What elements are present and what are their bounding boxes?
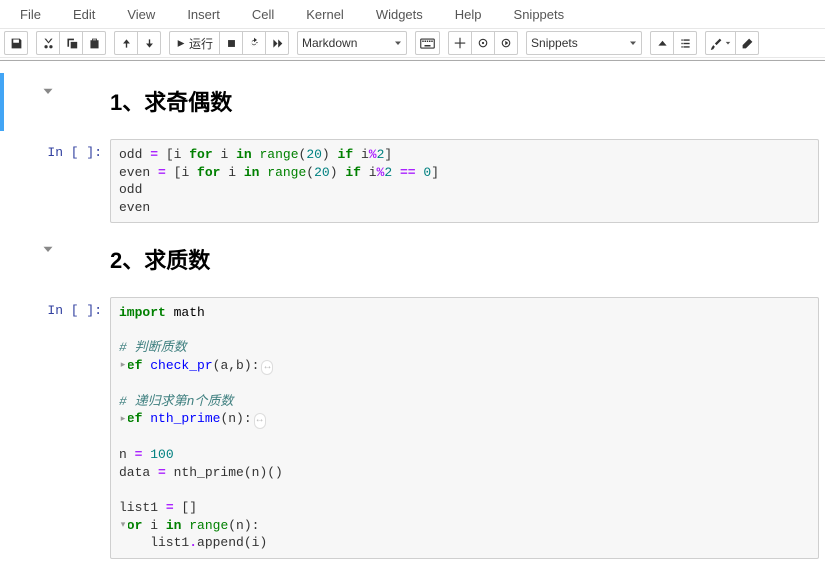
cell[interactable]: 1、求奇偶数	[0, 73, 819, 131]
toc-list-button[interactable]	[673, 31, 697, 55]
menu-cell[interactable]: Cell	[236, 7, 290, 22]
menu-file[interactable]: File	[4, 7, 57, 22]
input-prompt: In [ ]:	[47, 303, 102, 318]
caret-down-icon	[394, 39, 402, 47]
cell[interactable]: In [ ]: odd = [i for i in range(20) if i%…	[0, 135, 819, 227]
play-icon	[176, 38, 185, 49]
cell[interactable]: 2、求质数	[0, 231, 819, 289]
notebook-container: 1、求奇偶数 In [ ]: odd = [i for i in range(20)…	[0, 61, 825, 587]
target-icon	[477, 37, 489, 49]
eraser-icon	[741, 37, 754, 50]
menu-view[interactable]: View	[111, 7, 171, 22]
toolbar: 运行 Markdown Snippets	[0, 28, 825, 58]
cut-button[interactable]	[36, 31, 60, 55]
caret-down-icon	[725, 40, 731, 46]
menu-edit[interactable]: Edit	[57, 7, 111, 22]
snippets-value: Snippets	[531, 36, 578, 50]
list-icon	[679, 38, 692, 49]
eraser-button[interactable]	[735, 31, 759, 55]
move-down-button[interactable]	[137, 31, 161, 55]
cut-icon	[42, 37, 55, 50]
code-input[interactable]: import math # 判断质数▸def check_pr(a,b):↔ #…	[110, 297, 819, 559]
menu-insert[interactable]: Insert	[171, 7, 236, 22]
brush-icon	[710, 37, 723, 50]
snippets-select[interactable]: Snippets	[526, 31, 642, 55]
caret-down-icon	[629, 39, 637, 47]
arrow-up-icon	[121, 38, 132, 49]
paste-button[interactable]	[82, 31, 106, 55]
menu-snippets[interactable]: Snippets	[498, 7, 581, 22]
fold-gutter-marker[interactable]: ▾	[118, 519, 128, 532]
copy-icon	[65, 37, 78, 50]
stop-icon	[226, 38, 237, 49]
chevron-down-icon	[42, 243, 54, 255]
collapse-heading-button[interactable]	[42, 243, 54, 255]
save-icon	[10, 37, 23, 50]
interrupt-button[interactable]	[219, 31, 243, 55]
folded-indicator[interactable]: ↔	[254, 413, 266, 429]
nbext-button-3[interactable]	[494, 31, 518, 55]
run-label: 运行	[189, 35, 213, 52]
restart-icon	[248, 37, 260, 49]
move-up-button[interactable]	[114, 31, 138, 55]
folded-indicator[interactable]: ↔	[261, 360, 273, 376]
markdown-heading: 1、求奇偶数	[110, 85, 819, 117]
circle-arrow-icon	[500, 37, 512, 49]
input-prompt: In [ ]:	[47, 145, 102, 160]
cell-type-value: Markdown	[302, 36, 357, 50]
menu-help[interactable]: Help	[439, 7, 498, 22]
fold-gutter-marker[interactable]: ▸	[118, 412, 128, 425]
toc-up-button[interactable]	[650, 31, 674, 55]
command-palette-button[interactable]	[415, 31, 440, 55]
fold-gutter-marker[interactable]: ▸	[118, 359, 128, 372]
menubar: File Edit View Insert Cell Kernel Widget…	[0, 0, 825, 28]
nbext-button-1[interactable]	[448, 31, 472, 55]
arrow-down-icon	[144, 38, 155, 49]
restart-button[interactable]	[242, 31, 266, 55]
paste-icon	[88, 37, 101, 50]
keyboard-icon	[420, 38, 435, 49]
markdown-heading: 2、求质数	[110, 243, 819, 275]
code-input[interactable]: odd = [i for i in range(20) if i%2]even …	[110, 139, 819, 223]
restart-run-all-button[interactable]	[265, 31, 289, 55]
chevron-down-icon	[42, 85, 54, 97]
run-button[interactable]: 运行	[169, 31, 220, 55]
menu-widgets[interactable]: Widgets	[360, 7, 439, 22]
menu-kernel[interactable]: Kernel	[290, 7, 360, 22]
copy-button[interactable]	[59, 31, 83, 55]
cell-type-select[interactable]: Markdown	[297, 31, 407, 55]
fast-forward-icon	[271, 38, 284, 49]
crosshair-icon	[454, 37, 466, 49]
cell[interactable]: In [ ]: import math # 判断质数▸def check_pr(a…	[0, 293, 819, 563]
brush-button[interactable]	[705, 31, 736, 55]
nbext-button-2[interactable]	[471, 31, 495, 55]
chevron-up-icon	[657, 38, 668, 49]
save-button[interactable]	[4, 31, 28, 55]
collapse-heading-button[interactable]	[42, 85, 54, 97]
